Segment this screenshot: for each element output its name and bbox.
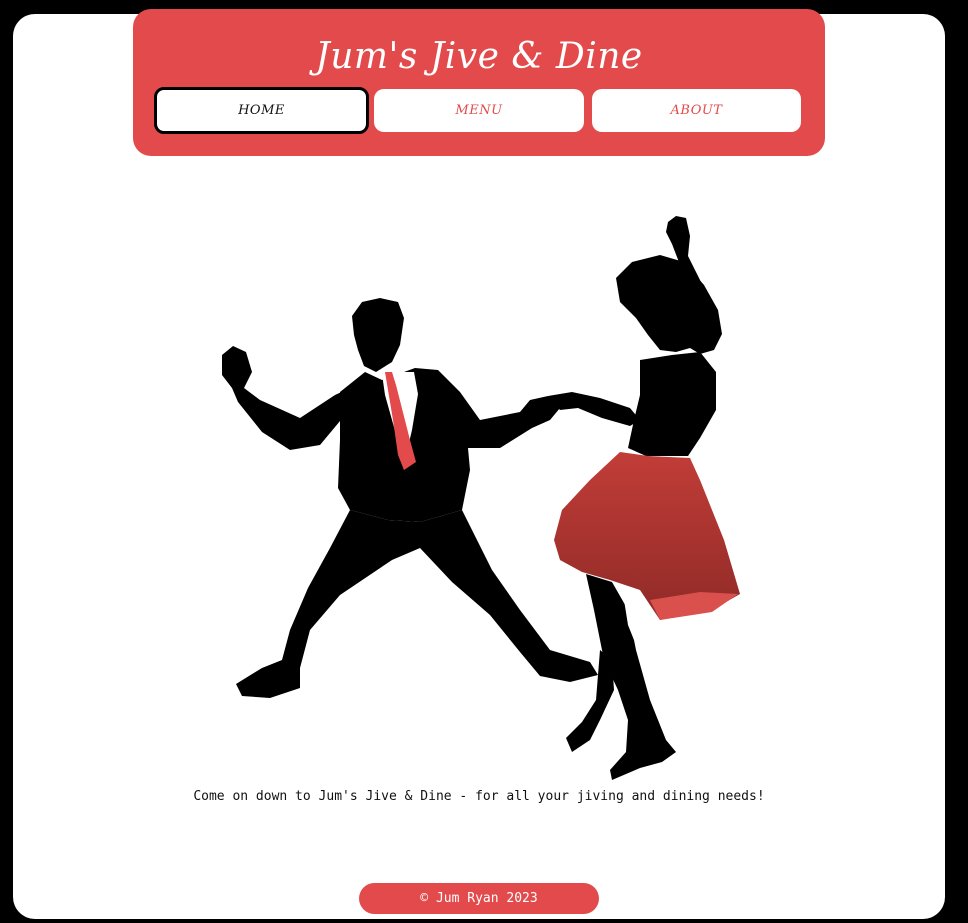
woman-dancer-silhouette: [548, 216, 740, 780]
tagline-text: Come on down to Jum's Jive & Dine - for …: [193, 789, 765, 804]
footer-copyright: © Jum Ryan 2023: [359, 883, 599, 914]
man-dancer-silhouette: [222, 298, 598, 698]
hero-image: [222, 216, 740, 780]
